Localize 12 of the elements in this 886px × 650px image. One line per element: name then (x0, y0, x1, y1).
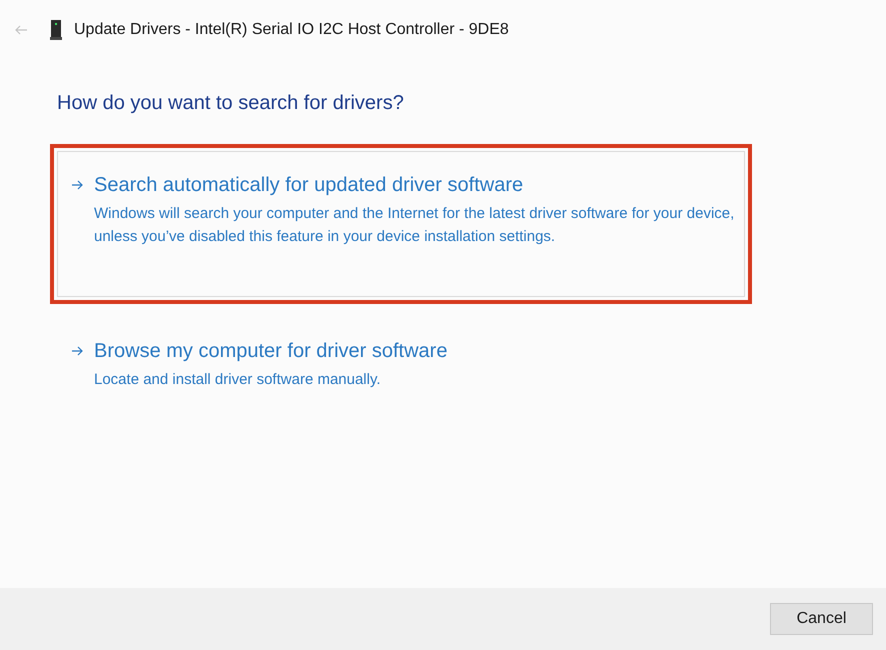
option-description: Windows will search your computer and the Internet for the latest driver software for your device, unless you’ve disabled this feature in your device installation settings. (94, 204, 736, 247)
option-link[interactable] (50, 144, 752, 304)
device-icon (50, 20, 62, 40)
arrow-right-icon (72, 346, 84, 356)
option-description: Locate and install driver software manually. (94, 370, 382, 390)
cancel-button[interactable]: Cancel (770, 603, 873, 635)
option-title: Search automatically for updated driver software (94, 173, 524, 198)
arrow-right-icon (72, 180, 84, 190)
window-title: Update Drivers - Intel(R) Serial IO I2C Host Controller - 9DE8 (74, 20, 509, 40)
page-heading: How do you want to search for drivers? (57, 91, 405, 116)
option-title: Browse my computer for driver software (94, 339, 448, 364)
option-link[interactable]: Browse my computer for driver software Locate and install driver software manually. (50, 310, 752, 409)
